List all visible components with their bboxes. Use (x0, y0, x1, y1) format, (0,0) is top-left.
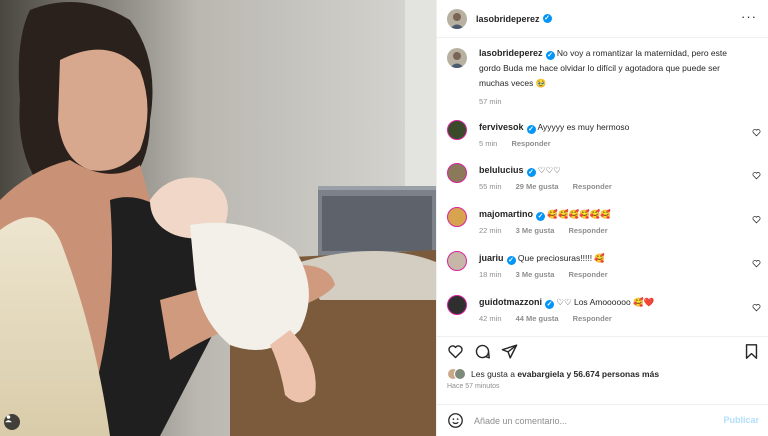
likes-text: Les gusta a evabargiela y 56.674 persona… (471, 369, 659, 379)
verified-badge-icon: ✓ (526, 168, 536, 177)
comments-thread: lasobrideperez ✓ No voy a romantizar la m… (437, 46, 768, 109)
comment-time: 18 min (479, 270, 502, 279)
comment-text: 🥰🥰🥰🥰🥰🥰 (547, 209, 611, 219)
verified-badge-icon: ✓ (545, 51, 555, 60)
comment-meta: 5 min Responder (479, 137, 724, 151)
comment-time: 55 min (479, 182, 502, 191)
comment-item: fervivesok ✓ Ayyyyy es muy hermoso 5 min … (437, 120, 768, 151)
caption-author-avatar[interactable] (447, 48, 467, 68)
likes-prefix: Les gusta a (471, 369, 518, 379)
comment-time: 22 min (479, 226, 502, 235)
comment-text-block: fervivesok ✓ Ayyyyy es muy hermoso 5 min … (479, 120, 724, 151)
post-side-panel: lasobrideperez ✓ ··· lasobrideperez ✓ No … (436, 0, 768, 436)
post-time-ago: Hace 57 minutos (447, 383, 500, 390)
comment-item: majomartino ✓ 🥰🥰🥰🥰🥰🥰 22 min 3 Me gusta Re… (437, 207, 768, 238)
comment-avatar[interactable] (447, 163, 467, 183)
comment-avatar[interactable] (447, 295, 467, 315)
liker-avatar (454, 368, 466, 380)
author-avatar[interactable] (447, 8, 467, 29)
comment-meta: 55 min 29 Me gusta Responder (479, 180, 724, 194)
caption-text-block: lasobrideperez ✓ No voy a romantizar la m… (479, 46, 739, 109)
avatar-image (450, 52, 464, 68)
avatar-image (450, 12, 464, 29)
comment-input[interactable] (474, 415, 694, 426)
comment-icon[interactable] (474, 343, 491, 360)
caption-meta: 57 min (479, 94, 739, 109)
verified-badge-icon: ✓ (545, 300, 554, 309)
user-tag-icon (5, 415, 12, 423)
verified-badge-icon: ✓ (542, 14, 552, 23)
comment-like-heart-icon[interactable] (752, 303, 761, 312)
comment-item: guidotmazzoni ✓ ♡♡ Los Amoooooo 🥰❤️ 42 mi… (437, 295, 768, 326)
post-action-bar (437, 336, 768, 364)
emoji-icon[interactable] (447, 412, 464, 429)
comment-username[interactable]: juariu (479, 253, 504, 263)
post-header: lasobrideperez ✓ ··· (437, 0, 768, 38)
more-options-icon[interactable]: ··· (741, 10, 757, 23)
photo-illustration (0, 0, 436, 436)
comment-like-heart-icon[interactable] (752, 171, 761, 180)
comment-like-count[interactable]: 29 Me gusta (516, 182, 559, 191)
bookmark-icon[interactable] (743, 343, 760, 360)
likes-user[interactable]: evabargiela (517, 369, 564, 379)
comment-like-heart-icon[interactable] (752, 128, 761, 137)
comment-text: Ayyyyy es muy hermoso (537, 122, 630, 132)
comment-meta: 42 min 44 Me gusta Responder (479, 312, 724, 326)
author-username[interactable]: lasobrideperez (476, 14, 540, 24)
reply-button[interactable]: Responder (573, 314, 612, 323)
comment-text: Que preciosuras!!!!! 🥰 (517, 253, 606, 263)
likes-suffix[interactable]: y 56.674 personas más (564, 369, 659, 379)
comment-username[interactable]: belulucius (479, 165, 524, 175)
comment-username[interactable]: guidotmazzoni (479, 297, 542, 307)
comment-avatar[interactable] (447, 251, 467, 271)
post-caption: lasobrideperez ✓ No voy a romantizar la m… (437, 46, 768, 109)
verified-badge-icon: ✓ (506, 256, 516, 265)
likes-summary[interactable]: Les gusta a evabargiela y 56.674 persona… (447, 368, 659, 380)
comment-avatar[interactable] (447, 207, 467, 227)
publish-button[interactable]: Publicar (723, 415, 759, 425)
comment-item: belulucius ✓ ♡♡♡ 55 min 29 Me gusta Respo… (437, 163, 768, 194)
caption-username[interactable]: lasobrideperez (479, 48, 543, 58)
comment-text: ♡♡ Los Amoooooo 🥰❤️ (556, 297, 655, 307)
comment-text-block: majomartino ✓ 🥰🥰🥰🥰🥰🥰 22 min 3 Me gusta Re… (479, 207, 724, 238)
reply-button[interactable]: Responder (573, 182, 612, 191)
tagged-users-button[interactable] (4, 414, 20, 430)
share-icon[interactable] (501, 343, 518, 360)
verified-badge-icon: ✓ (536, 212, 546, 221)
verified-badge-icon: ✓ (526, 125, 536, 134)
comment-like-heart-icon[interactable] (752, 215, 761, 224)
reply-button[interactable]: Responder (568, 226, 607, 235)
comment-avatar[interactable] (447, 120, 467, 140)
caption-time: 57 min (479, 97, 502, 106)
comment-text-block: juariu ✓ Que preciosuras!!!!! 🥰 18 min 3 … (479, 251, 724, 282)
comment-text-block: guidotmazzoni ✓ ♡♡ Los Amoooooo 🥰❤️ 42 mi… (479, 295, 724, 326)
reply-button[interactable]: Responder (511, 139, 550, 148)
instagram-post-modal: lasobrideperez ✓ ··· lasobrideperez ✓ No … (0, 0, 768, 436)
comment-text: ♡♡♡ (537, 165, 561, 175)
comment-like-count[interactable]: 3 Me gusta (516, 270, 555, 279)
comment-meta: 22 min 3 Me gusta Responder (479, 224, 724, 238)
heart-icon[interactable] (447, 343, 464, 360)
comment-time: 5 min (479, 139, 498, 148)
comment-like-count[interactable]: 44 Me gusta (516, 314, 559, 323)
comment-like-heart-icon[interactable] (752, 259, 761, 268)
comment-username[interactable]: majomartino (479, 209, 533, 219)
comment-time: 42 min (479, 314, 502, 323)
comment-username[interactable]: fervivesok (479, 122, 524, 132)
add-comment-bar: Publicar (437, 404, 768, 436)
comment-text-block: belulucius ✓ ♡♡♡ 55 min 29 Me gusta Respo… (479, 163, 724, 194)
comment-item: juariu ✓ Que preciosuras!!!!! 🥰 18 min 3 … (437, 251, 768, 282)
comment-meta: 18 min 3 Me gusta Responder (479, 268, 724, 282)
post-photo (0, 0, 436, 436)
comment-like-count[interactable]: 3 Me gusta (516, 226, 555, 235)
reply-button[interactable]: Responder (568, 270, 607, 279)
